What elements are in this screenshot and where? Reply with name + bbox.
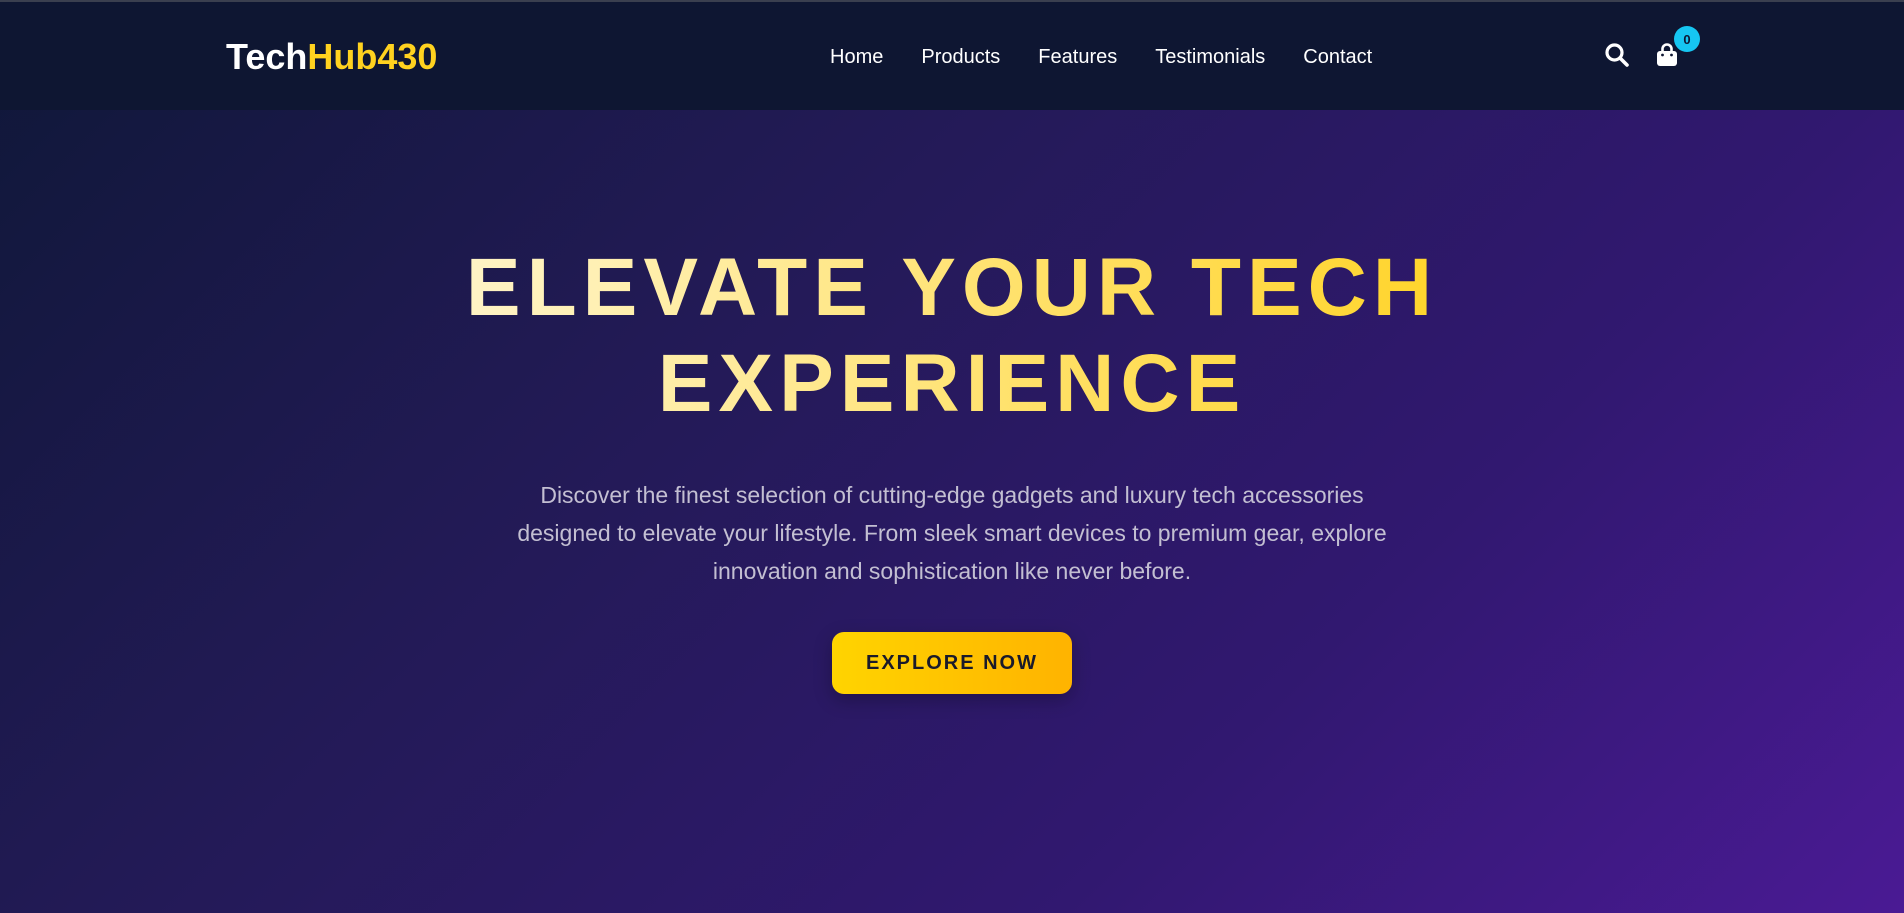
nav-link-contact[interactable]: Contact [1303,46,1372,69]
cart-button[interactable]: 0 [1654,26,1700,68]
brand-logo-part1: Tech [226,36,308,77]
nav-link-home[interactable]: Home [830,46,883,69]
hero-section: ELEVATE YOUR TECH EXPERIENCE Discover th… [0,110,1904,694]
hero-title-line2: EXPERIENCE [657,338,1247,429]
nav-link-products[interactable]: Products [921,46,1000,69]
main-nav: Home Products Features Testimonials Cont… [830,46,1372,69]
header-actions: 0 [1604,26,1700,68]
hero-title: ELEVATE YOUR TECH EXPERIENCE [0,240,1904,432]
explore-now-button[interactable]: EXPLORE NOW [832,632,1072,694]
nav-link-features[interactable]: Features [1038,46,1117,69]
search-button[interactable] [1604,42,1630,68]
hero-description: Discover the finest selection of cutting… [517,482,1387,584]
cart-count-badge: 0 [1674,26,1700,52]
nav-link-testimonials[interactable]: Testimonials [1155,46,1265,69]
site-header: TechHub430 Home Products Features Testim… [0,2,1904,110]
search-icon [1605,43,1629,67]
brand-logo-part2: Hub430 [307,36,438,77]
brand-logo[interactable]: TechHub430 [226,36,437,78]
hero-title-line1: ELEVATE YOUR TECH [465,242,1439,333]
